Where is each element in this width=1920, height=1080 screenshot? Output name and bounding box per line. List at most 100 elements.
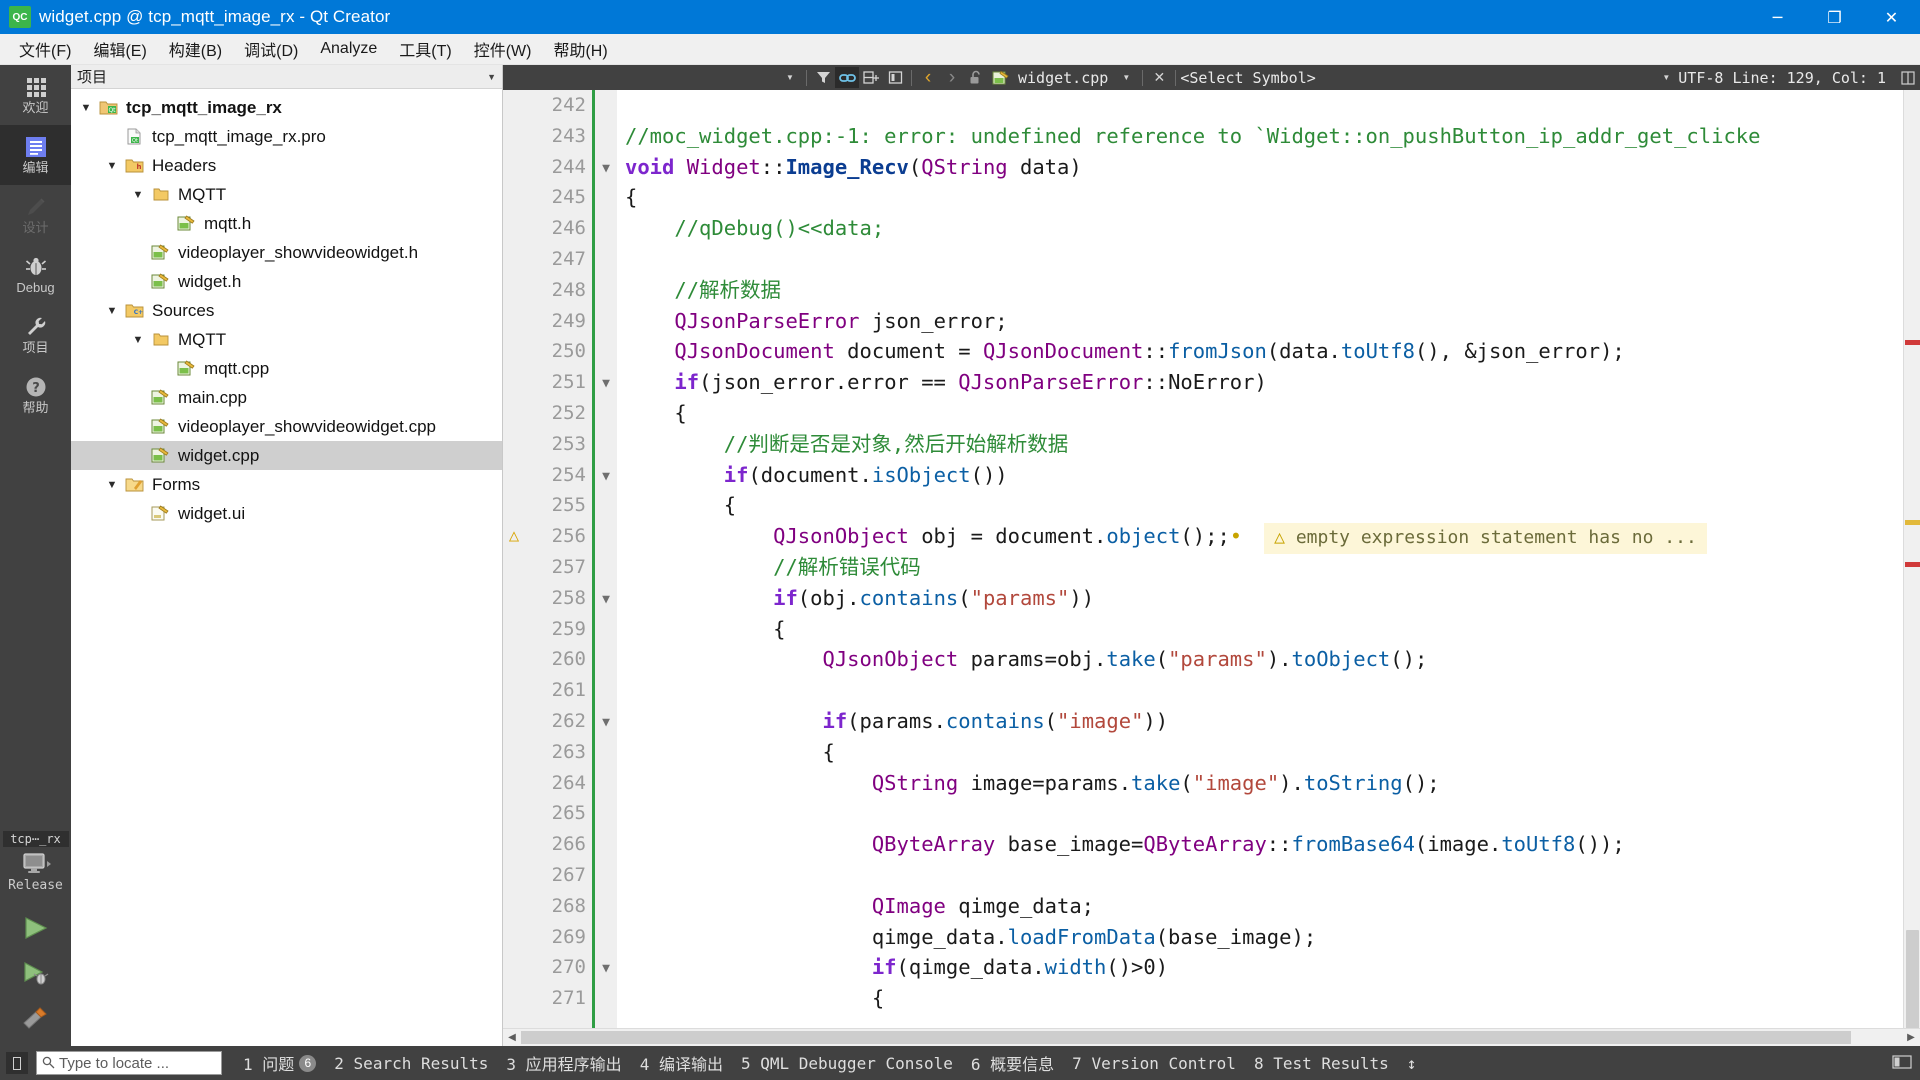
tree-item-widget-ui[interactable]: ▼widget.ui xyxy=(71,499,502,528)
fold-marker[interactable] xyxy=(595,121,617,152)
tree-item-videoplayer-showvideowidget-h[interactable]: ▼videoplayer_showvideowidget.h xyxy=(71,238,502,267)
symbol-dropdown-icon[interactable]: ▼ xyxy=(1654,67,1678,88)
mode-Debug[interactable]: Debug xyxy=(0,245,71,305)
navigate-back-icon[interactable]: ‹ xyxy=(916,67,940,88)
chevron-down-icon[interactable]: ▼ xyxy=(101,305,123,317)
editor-horizontal-scrollbar[interactable]: ◀ ▶ xyxy=(503,1028,1920,1046)
fold-marker[interactable] xyxy=(595,336,617,367)
line-marker[interactable] xyxy=(503,367,525,398)
split-h-icon[interactable] xyxy=(1896,67,1920,88)
line-marker[interactable] xyxy=(503,922,525,953)
line-marker[interactable] xyxy=(503,737,525,768)
fold-marker[interactable] xyxy=(595,768,617,799)
fold-marker[interactable] xyxy=(595,798,617,829)
line-marker[interactable] xyxy=(503,829,525,860)
line-marker[interactable] xyxy=(503,275,525,306)
fold-marker[interactable] xyxy=(595,983,617,1014)
close-button[interactable]: ✕ xyxy=(1863,0,1920,34)
output-pane-7[interactable]: 7 Version Control xyxy=(1063,1054,1245,1073)
warning-marker[interactable] xyxy=(1905,520,1920,525)
panel-toggle-icon[interactable] xyxy=(6,1052,28,1074)
menu-item-2[interactable]: 构建(B) xyxy=(158,34,233,64)
locator-input[interactable]: Type to locate ... xyxy=(36,1051,222,1075)
output-pane-3[interactable]: 3 应用程序输出 xyxy=(497,1051,630,1075)
chevron-down-icon[interactable]: ▼ xyxy=(101,479,123,491)
tree-item-mqtt-cpp[interactable]: ▼mqtt.cpp xyxy=(71,354,502,383)
fold-marker[interactable]: ▼ xyxy=(595,952,617,983)
code-view[interactable]: //moc_widget.cpp:-1: error: undefined re… xyxy=(617,90,1903,1028)
chevron-down-icon[interactable]: ▼ xyxy=(75,102,97,114)
run-button[interactable] xyxy=(20,915,52,946)
line-marker[interactable] xyxy=(503,675,525,706)
line-marker[interactable] xyxy=(503,121,525,152)
chevron-down-icon[interactable]: ▼ xyxy=(127,189,149,201)
scroll-right-arrow[interactable]: ▶ xyxy=(1902,1032,1920,1043)
tree-item-main-cpp[interactable]: ▼main.cpp xyxy=(71,383,502,412)
fold-marker[interactable]: ▼ xyxy=(595,706,617,737)
tree-item-forms[interactable]: ▼ Forms xyxy=(71,470,502,499)
menu-item-0[interactable]: 文件(F) xyxy=(8,34,82,64)
line-marker[interactable] xyxy=(503,891,525,922)
expand-icon[interactable] xyxy=(1892,1054,1912,1073)
horizontal-scroll-thumb[interactable] xyxy=(521,1031,1851,1044)
pane-updown-icon[interactable]: ↕ xyxy=(1398,1054,1426,1073)
tree-item-sources[interactable]: ▼ C+ Sources xyxy=(71,296,502,325)
error-marker[interactable] xyxy=(1905,562,1920,567)
line-marker[interactable] xyxy=(503,583,525,614)
tree-item-widget-cpp[interactable]: ▼widget.cpp xyxy=(71,441,502,470)
line-marker[interactable] xyxy=(503,644,525,675)
fold-marker[interactable] xyxy=(595,244,617,275)
menu-item-1[interactable]: 编辑(E) xyxy=(82,34,157,64)
line-marker[interactable] xyxy=(503,706,525,737)
filter-icon[interactable] xyxy=(811,67,835,88)
fold-marker[interactable] xyxy=(595,490,617,521)
fold-marker[interactable] xyxy=(595,306,617,337)
tree-item-mqtt-h[interactable]: ▼mqtt.h xyxy=(71,209,502,238)
mode-帮助[interactable]: ? 帮助 xyxy=(0,365,71,425)
build-button[interactable] xyxy=(20,1005,52,1036)
menu-item-6[interactable]: 控件(W) xyxy=(463,34,543,64)
line-marker[interactable] xyxy=(503,860,525,891)
line-marker[interactable] xyxy=(503,614,525,645)
fold-marker[interactable] xyxy=(595,182,617,213)
line-marker[interactable] xyxy=(503,460,525,491)
navigate-forward-icon[interactable]: › xyxy=(940,67,964,88)
line-marker[interactable] xyxy=(503,490,525,521)
link-icon[interactable] xyxy=(835,67,859,88)
fold-marker[interactable]: ▼ xyxy=(595,367,617,398)
fold-marker[interactable]: ▼ xyxy=(595,460,617,491)
mode-编辑[interactable]: 编辑 xyxy=(0,125,71,185)
chevron-down-icon[interactable]: ▼ xyxy=(101,160,123,172)
line-marker[interactable] xyxy=(503,182,525,213)
error-marker[interactable] xyxy=(1905,340,1920,345)
menu-item-5[interactable]: 工具(T) xyxy=(388,34,462,64)
editor-file-name[interactable]: widget.cpp xyxy=(1012,69,1114,87)
fold-marker[interactable] xyxy=(595,521,617,552)
fold-marker[interactable] xyxy=(595,614,617,645)
close-file-icon[interactable]: ✕ xyxy=(1147,67,1171,88)
fold-marker[interactable] xyxy=(595,429,617,460)
menu-item-3[interactable]: 调试(D) xyxy=(233,34,309,64)
scroll-left-arrow[interactable]: ◀ xyxy=(503,1032,521,1043)
line-marker[interactable] xyxy=(503,213,525,244)
tree-item-tcp-mqtt-image-rx-pro[interactable]: ▼Qttcp_mqtt_image_rx.pro xyxy=(71,122,502,151)
fold-marker[interactable] xyxy=(595,213,617,244)
fold-marker[interactable] xyxy=(595,922,617,953)
chevron-down-icon[interactable]: ▼ xyxy=(487,72,496,82)
kit-selector[interactable]: tcp⋯_rx Release xyxy=(0,827,71,901)
tree-item-mqtt[interactable]: ▼ MQTT xyxy=(71,325,502,354)
line-marker[interactable]: △ xyxy=(503,521,525,552)
line-marker[interactable] xyxy=(503,306,525,337)
output-pane-2[interactable]: 2 Search Results xyxy=(325,1054,497,1073)
output-pane-1[interactable]: 1 问题 6 xyxy=(234,1051,325,1075)
debug-button[interactable] xyxy=(20,960,52,991)
maximize-button[interactable]: ❐ xyxy=(1806,0,1863,34)
fold-marker[interactable] xyxy=(595,860,617,891)
unlock-icon[interactable] xyxy=(964,67,988,88)
line-marker[interactable] xyxy=(503,398,525,429)
fold-marker[interactable] xyxy=(595,829,617,860)
mode-项目[interactable]: 项目 xyxy=(0,305,71,365)
fold-marker[interactable] xyxy=(595,675,617,706)
output-pane-4[interactable]: 4 编译输出 xyxy=(631,1051,732,1075)
symbol-selector[interactable]: <Select Symbol> xyxy=(1180,69,1315,87)
